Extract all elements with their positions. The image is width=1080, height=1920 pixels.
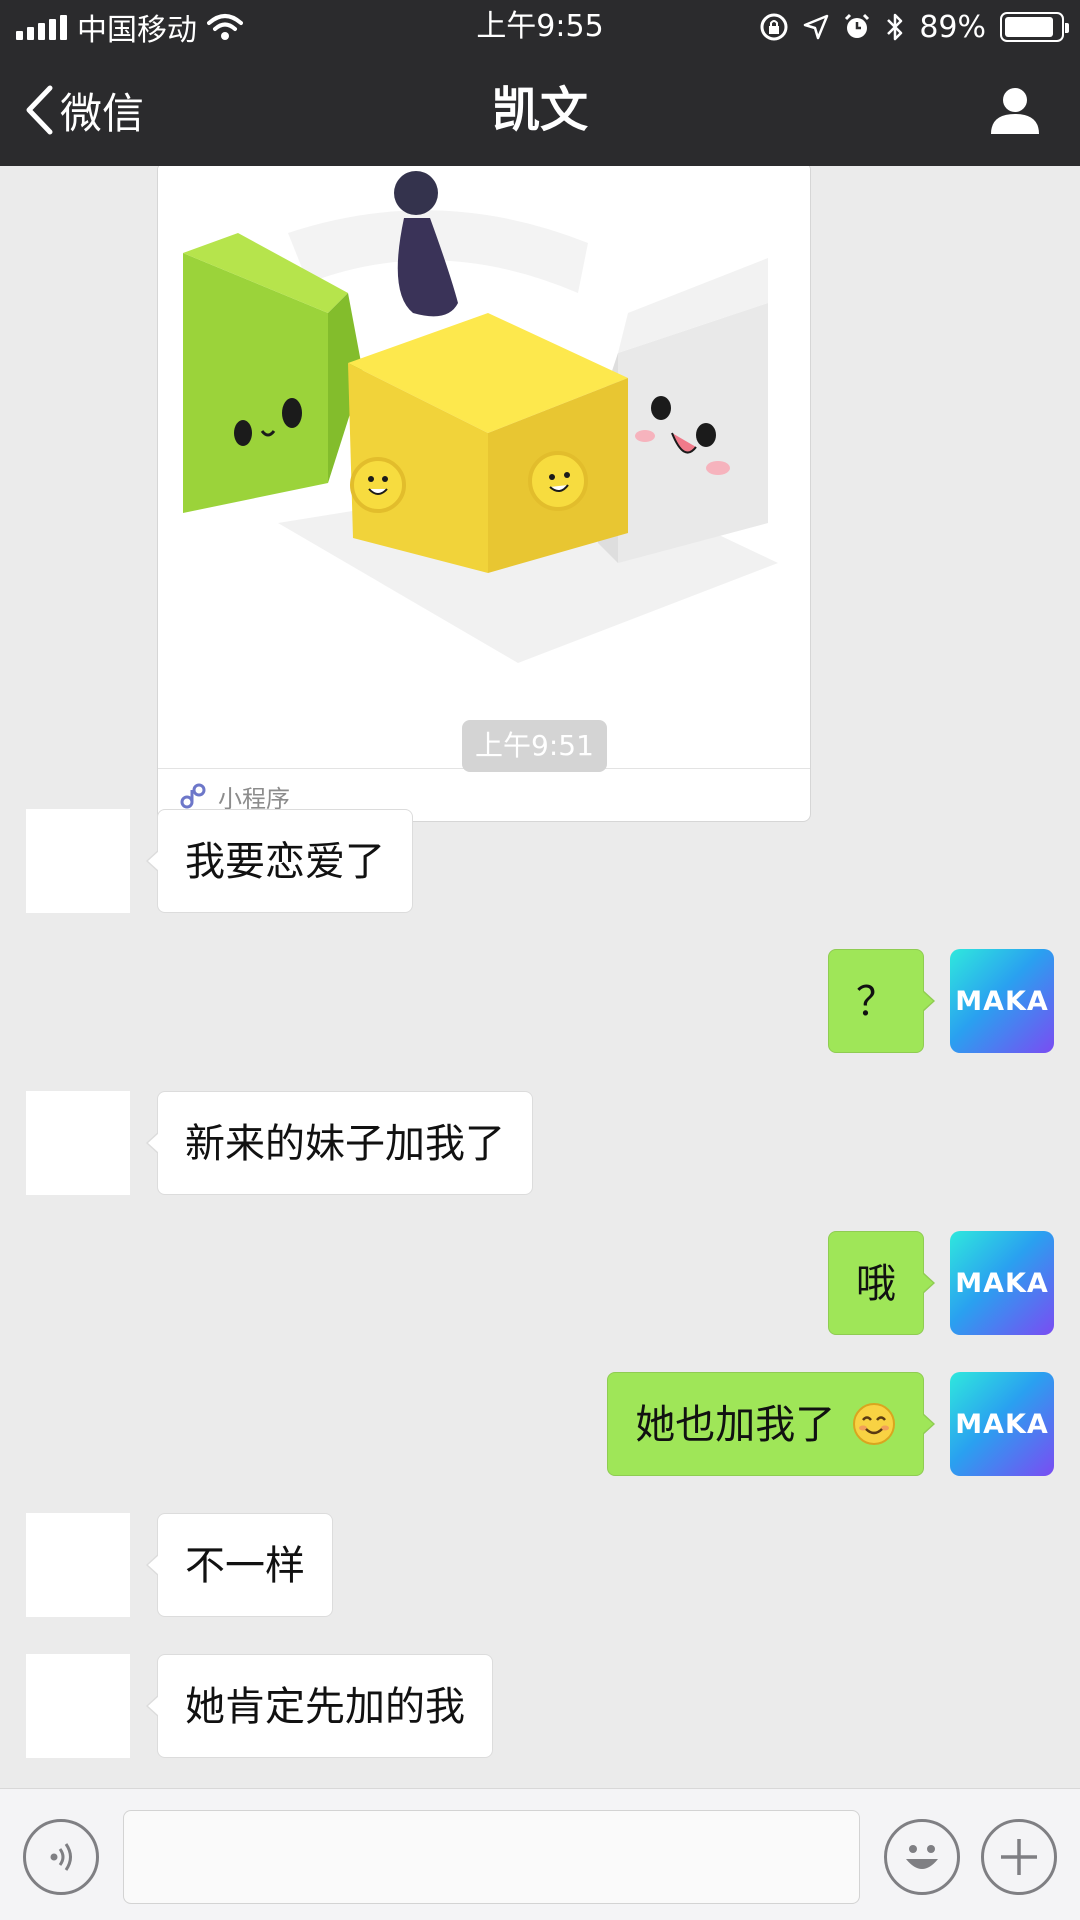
message-input[interactable]: [123, 1810, 860, 1904]
message-text: 哦: [856, 1261, 896, 1307]
emoji-icon: [906, 1845, 938, 1869]
plus-icon: [1001, 1839, 1037, 1875]
mini-program-icon: [180, 783, 206, 809]
sent-message-bubble[interactable]: 哦: [828, 1231, 935, 1335]
message-text: 新来的妹子加我了: [185, 1121, 505, 1167]
nav-bar: 微信 凯文: [0, 54, 1080, 166]
emoji-button[interactable]: [884, 1819, 960, 1895]
my-avatar[interactable]: MAKA: [950, 949, 1054, 1053]
received-message-bubble[interactable]: 我要恋爱了: [146, 809, 413, 913]
location-icon: [804, 14, 829, 40]
battery-fill: [1005, 17, 1054, 37]
received-message-bubble[interactable]: 新来的妹子加我了: [146, 1091, 533, 1195]
contact-avatar[interactable]: [26, 1654, 130, 1758]
avatar-label: MAKA: [955, 1408, 1049, 1440]
timestamp: 上午9:51: [462, 720, 607, 772]
voice-icon: [50, 1843, 72, 1871]
message-text: 她肯定先加的我: [185, 1684, 465, 1730]
contact-avatar[interactable]: [26, 1091, 130, 1195]
message-text: ？: [856, 979, 896, 1025]
input-bar: [0, 1788, 1080, 1920]
received-message-bubble[interactable]: 不一样: [146, 1513, 333, 1617]
my-avatar[interactable]: MAKA: [950, 1372, 1054, 1476]
profile-icon[interactable]: [990, 86, 1040, 136]
mini-program-cover-image: [158, 166, 810, 768]
message-text: 不一样: [185, 1543, 305, 1589]
message-text: 她也加我了: [635, 1402, 836, 1448]
sent-message-bubble[interactable]: ？: [828, 949, 935, 1053]
battery-icon: [1000, 12, 1069, 42]
message-text: 我要恋爱了: [185, 839, 385, 885]
avatar-label: MAKA: [955, 1267, 1049, 1299]
received-message-bubble[interactable]: 她肯定先加的我: [146, 1654, 493, 1758]
status-right: 89%: [759, 9, 1069, 45]
battery-percent: 89%: [919, 9, 986, 45]
status-bar: 中国移动 上午9:55 89%: [0, 0, 1080, 54]
chat-area[interactable]: 小程序 上午9:51 我要恋爱了 ？ MAKA 新来的妹子加我了 哦 MAKA …: [0, 166, 1080, 1788]
more-button[interactable]: [981, 1819, 1057, 1895]
smiley-emoji-icon: [853, 1403, 895, 1445]
voice-button[interactable]: [23, 1819, 99, 1895]
avatar-label: MAKA: [955, 985, 1049, 1017]
sent-message-bubble[interactable]: 她也加我了: [607, 1372, 935, 1476]
alarm-icon: [845, 13, 870, 38]
chat-title: 凯文: [491, 82, 588, 138]
lock-rotation-icon: [760, 13, 788, 41]
contact-avatar[interactable]: [26, 1513, 130, 1617]
my-avatar[interactable]: MAKA: [950, 1231, 1054, 1335]
contact-avatar[interactable]: [26, 809, 130, 913]
bluetooth-icon: [887, 13, 903, 41]
